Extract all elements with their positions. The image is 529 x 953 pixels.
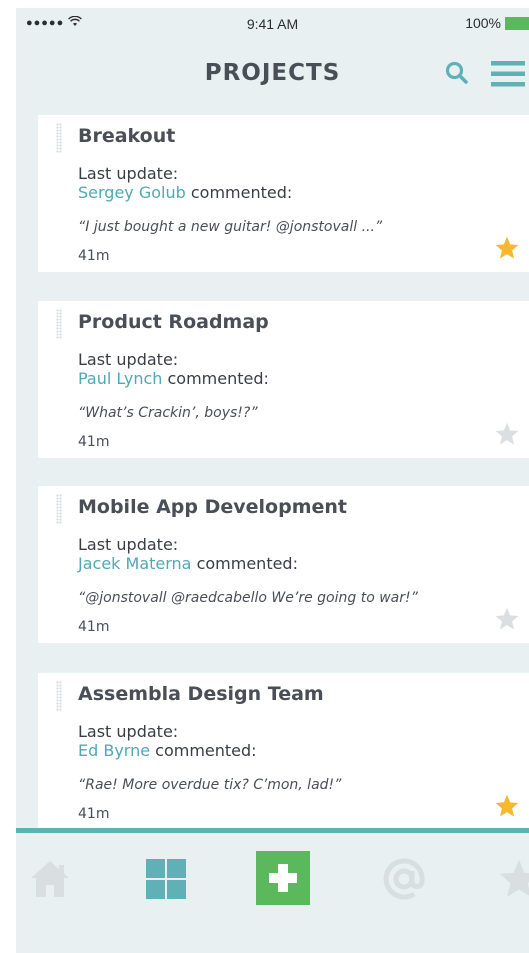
comment-action: commented: (185, 183, 293, 202)
author-link[interactable]: Ed Byrne (78, 741, 150, 760)
project-title: Breakout (78, 125, 176, 147)
drag-handle-icon[interactable] (56, 494, 62, 524)
comment-action: commented: (191, 554, 298, 573)
timestamp: 41m (78, 434, 110, 450)
comment-action: commented: (162, 369, 269, 388)
tab-mentions[interactable] (382, 857, 426, 901)
comment-quote: “I just bought a new guitar! @jonstovall… (78, 219, 383, 235)
header: PROJECTS (16, 56, 529, 96)
drag-handle-icon[interactable] (56, 123, 62, 153)
timestamp: 41m (78, 619, 110, 635)
comment-line: Jacek Materna commented: (78, 554, 298, 573)
star-icon (499, 859, 529, 897)
battery-percent: 100% (465, 15, 501, 31)
project-card-assembla-design-team[interactable]: Assembla Design Team Last update: Ed Byr… (38, 673, 529, 830)
add-icon (256, 851, 310, 905)
author-link[interactable]: Sergey Golub (78, 183, 186, 202)
bottom-tab-bar (16, 828, 529, 953)
favorite-star-button[interactable] (494, 421, 520, 447)
search-button[interactable] (444, 60, 470, 86)
comment-line: Ed Byrne commented: (78, 741, 257, 760)
tab-home[interactable] (28, 857, 72, 901)
add-button[interactable] (256, 851, 310, 905)
last-update-label: Last update: (78, 164, 179, 183)
drag-handle-icon[interactable] (56, 681, 62, 711)
star-icon (495, 236, 519, 259)
hamburger-menu-icon (491, 61, 525, 87)
last-update-label: Last update: (78, 350, 179, 369)
star-icon (495, 794, 519, 817)
favorite-star-button[interactable] (494, 235, 520, 261)
project-card-mobile-app-development[interactable]: Mobile App Development Last update: Jace… (38, 486, 529, 643)
comment-quote: “What’s Crackin’, boys!?” (78, 405, 258, 421)
menu-button[interactable] (491, 60, 525, 88)
project-title: Mobile App Development (78, 496, 347, 518)
comment-quote: “Rae! More overdue tix? C’mon, lad!” (78, 777, 342, 793)
author-link[interactable]: Paul Lynch (78, 369, 162, 388)
drag-handle-icon[interactable] (56, 309, 62, 339)
tab-favorites[interactable] (497, 857, 529, 901)
author-link[interactable]: Jacek Materna (78, 554, 191, 573)
status-right: 100% (465, 15, 529, 31)
comment-quote: “@jonstovall @raedcabello We’re going to… (78, 590, 418, 606)
star-icon (495, 422, 519, 445)
comment-line: Sergey Golub commented: (78, 183, 292, 202)
search-icon (445, 61, 468, 84)
project-title: Assembla Design Team (78, 683, 324, 705)
comment-action: commented: (150, 741, 257, 760)
timestamp: 41m (78, 248, 110, 264)
last-update-label: Last update: (78, 535, 179, 554)
status-bar: ●●●●● 9:41 AM 100% (16, 8, 529, 40)
project-title: Product Roadmap (78, 311, 269, 333)
comment-line: Paul Lynch commented: (78, 369, 269, 388)
favorite-star-button[interactable] (494, 793, 520, 819)
battery-icon (505, 16, 529, 30)
home-icon (31, 861, 69, 897)
project-card-breakout[interactable]: Breakout Last update: Sergey Golub comme… (38, 115, 529, 272)
at-mention-icon (383, 858, 425, 900)
grid-icon (146, 859, 186, 899)
timestamp: 41m (78, 806, 110, 822)
status-time: 9:41 AM (246, 16, 299, 32)
tab-dashboard[interactable] (144, 857, 188, 901)
phone-screen: ●●●●● 9:41 AM 100% PROJECTS Breakout Las… (16, 8, 529, 953)
project-card-product-roadmap[interactable]: Product Roadmap Last update: Paul Lynch … (38, 301, 529, 458)
last-update-label: Last update: (78, 722, 179, 741)
star-icon (495, 607, 519, 630)
favorite-star-button[interactable] (494, 606, 520, 632)
